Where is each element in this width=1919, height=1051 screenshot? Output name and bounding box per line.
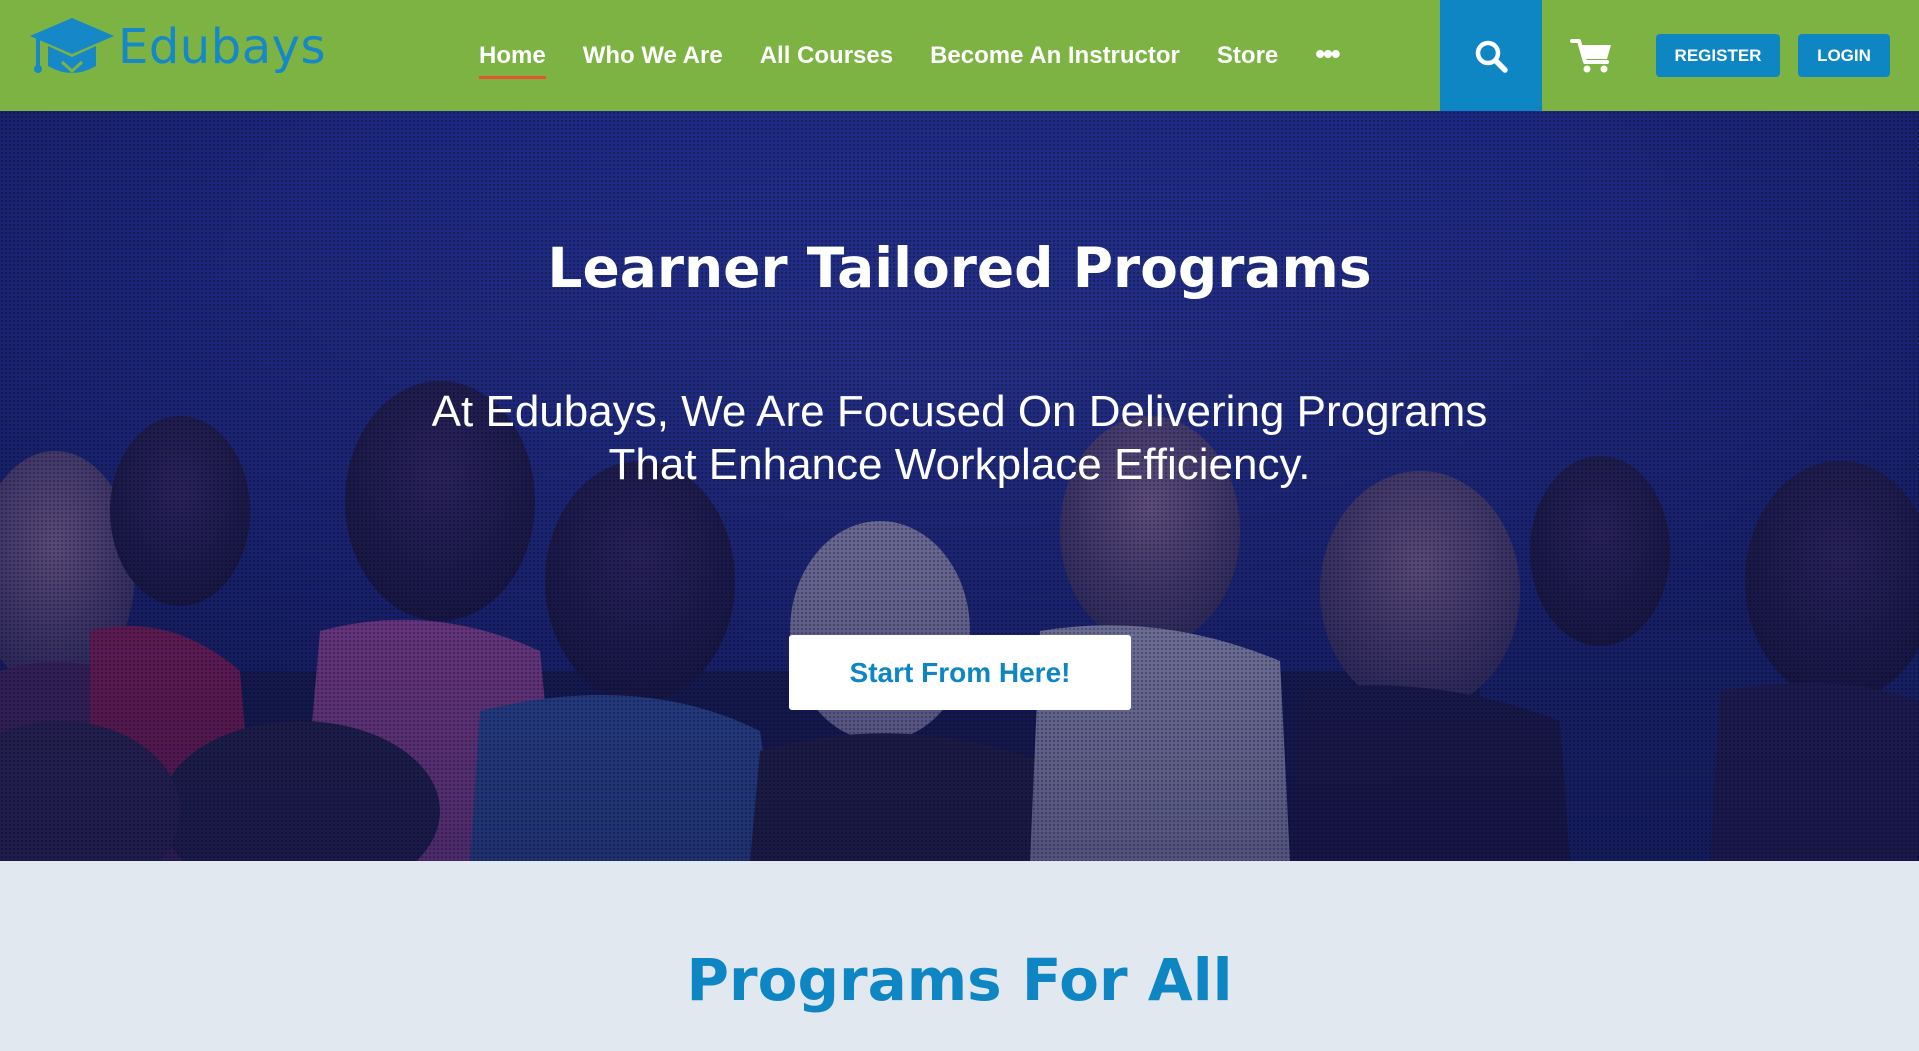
more-menu-icon[interactable]: ••• bbox=[1315, 39, 1340, 68]
hero-subtitle: At Edubays, We Are Focused On Delivering… bbox=[431, 387, 1488, 489]
graduation-cap-icon bbox=[30, 18, 114, 74]
site-header: Edubays Home Who We Are All Courses Beco… bbox=[0, 0, 1919, 111]
nav-item-store[interactable]: Store bbox=[1217, 42, 1278, 70]
nav-item-home[interactable]: Home bbox=[479, 42, 546, 79]
register-button[interactable]: REGISTER bbox=[1656, 34, 1780, 77]
search-button[interactable] bbox=[1440, 0, 1542, 111]
main-nav: Home Who We Are All Courses Become An In… bbox=[479, 0, 1376, 111]
nav-item-all-courses[interactable]: All Courses bbox=[760, 42, 893, 70]
programs-section-title: Programs For All bbox=[686, 946, 1233, 1014]
shopping-cart-icon bbox=[1570, 39, 1611, 73]
search-icon bbox=[1475, 40, 1508, 73]
brand-name: Edubays bbox=[118, 19, 327, 75]
nav-item-who-we-are[interactable]: Who We Are bbox=[583, 42, 723, 70]
programs-section: Programs For All bbox=[0, 861, 1919, 1051]
hero-title: Learner Tailored Programs bbox=[547, 236, 1372, 300]
brand-logo[interactable]: Edubays bbox=[28, 14, 326, 90]
nav-item-become-an-instructor[interactable]: Become An Instructor bbox=[930, 42, 1180, 70]
hero-banner: Learner Tailored Programs At Edubays, We… bbox=[0, 111, 1919, 861]
cart-button[interactable] bbox=[1570, 35, 1614, 75]
login-button[interactable]: LOGIN bbox=[1798, 34, 1890, 77]
start-from-here-button[interactable]: Start From Here! bbox=[789, 635, 1131, 710]
